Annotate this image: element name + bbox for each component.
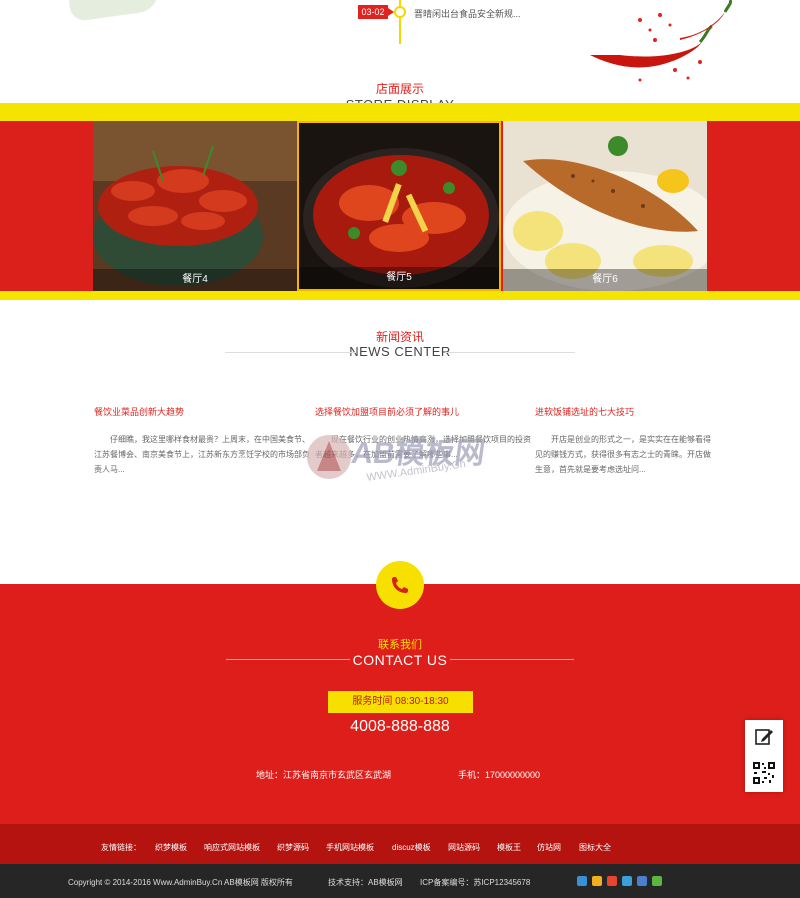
grilled-fish-photo	[503, 121, 707, 291]
contact-mobile: 手机：17000000000	[458, 770, 541, 780]
copyright-text: Copyright © 2014-2016 Www.AdminBuy.Cn AB…	[68, 878, 293, 887]
news-rule-left	[225, 352, 355, 353]
renren-share-icon[interactable]	[637, 876, 647, 886]
contact-section-title: 联系我们 CONTACT US	[0, 636, 800, 668]
copyright-bar: Copyright © 2014-2016 Www.AdminBuy.Cn AB…	[0, 864, 800, 898]
news-item-summary: 开店是创业的形式之一，是实实在在能够看得见的赚钱方式，获得很多有志之士的青睐。开…	[535, 435, 711, 474]
weibo-share-icon[interactable]	[607, 876, 617, 886]
contact-address: 地址：江苏省南京市玄武区玄武湖	[256, 770, 392, 780]
store-card-3[interactable]: 餐厅6	[503, 121, 707, 291]
news-rule-right	[445, 352, 575, 353]
store-caption-1: 餐厅4	[93, 269, 297, 291]
friend-link[interactable]: 仿站网	[537, 842, 561, 853]
store-caption-3: 餐厅6	[503, 269, 707, 291]
store-card-1[interactable]: 餐厅4	[93, 121, 297, 291]
phone-circle	[376, 561, 424, 609]
spicy-crab-photo	[299, 123, 499, 289]
hotline-number: 4008-888-888	[350, 718, 450, 735]
service-hours-badge: 服务时间 08:30-18:30	[328, 691, 473, 713]
news-title-en: NEWS CENTER	[349, 344, 451, 359]
news-title-cn: 新闻资讯	[375, 330, 424, 344]
news-section-title: 新闻资讯 NEWS CENTER	[0, 330, 800, 359]
tech-support-text: 技术支持：AB模板网	[328, 878, 403, 887]
watermark-logo: AB模板网 WWW.AdminBuy.Cn	[307, 435, 487, 484]
timeline-strip: 03-02 晋晴闲出台食品安全新规...	[0, 0, 800, 82]
timeline-dot	[394, 6, 406, 18]
icp-text: ICP备案编号：苏ICP12345678	[420, 878, 531, 887]
store-card-2[interactable]: 餐厅5	[297, 121, 501, 291]
side-float-widget	[745, 720, 783, 792]
friend-links-bar: 友情链接： 织梦模板 响应式网站模板 织梦源码 手机网站模板 discuz模板 …	[0, 824, 800, 864]
leaf-decoration	[68, 0, 162, 23]
contact-title-en: CONTACT US	[352, 652, 448, 668]
friend-link[interactable]: 织梦源码	[277, 842, 309, 853]
store-caption-2: 餐厅5	[299, 267, 499, 289]
news-item-1: 餐饮业菜品创新大趋势 仔细瞧，我这里哪样食材最贵？上周末，在中国美食节、江苏餐博…	[94, 405, 314, 477]
timeline-news-link[interactable]: 晋晴闲出台食品安全新规...	[414, 7, 521, 20]
news-item-summary: 仔细瞧，我这里哪样食材最贵？上周末，在中国美食节、江苏餐博会、南京美食节上，江苏…	[94, 435, 310, 474]
qzone-share-icon[interactable]	[592, 876, 602, 886]
friend-links-label: 友情链接：	[101, 843, 141, 852]
friend-link[interactable]: 模板王	[497, 842, 521, 853]
friend-link[interactable]: 图标大全	[579, 842, 611, 853]
friend-link[interactable]: 响应式网站模板	[204, 842, 260, 853]
phone-icon	[392, 577, 408, 593]
store-title-cn: 店面展示	[375, 82, 424, 96]
friend-link[interactable]: discuz模板	[392, 842, 431, 853]
news-item-title[interactable]: 进软饭铺选址的七大技巧	[535, 405, 715, 418]
contact-title-cn: 联系我们	[378, 639, 422, 651]
edit-icon[interactable]	[754, 727, 774, 747]
share-icon[interactable]	[577, 876, 587, 886]
timeline-date: 03-02	[358, 5, 394, 19]
qr-code-icon[interactable]	[752, 761, 776, 785]
news-item-title[interactable]: 餐饮业菜品创新大趋势	[94, 405, 314, 418]
news-item-3: 进软饭铺选址的七大技巧 开店是创业的形式之一，是实实在在能够看得见的赚钱方式，获…	[535, 405, 715, 477]
contact-rule-left	[226, 659, 350, 660]
wechat-share-icon[interactable]	[652, 876, 662, 886]
friend-link[interactable]: 网站源码	[448, 842, 480, 853]
crayfish-photo	[93, 121, 297, 291]
tencent-share-icon[interactable]	[622, 876, 632, 886]
contact-rule-right	[450, 659, 574, 660]
friend-link[interactable]: 织梦模板	[155, 842, 187, 853]
friend-link[interactable]: 手机网站模板	[326, 842, 374, 853]
